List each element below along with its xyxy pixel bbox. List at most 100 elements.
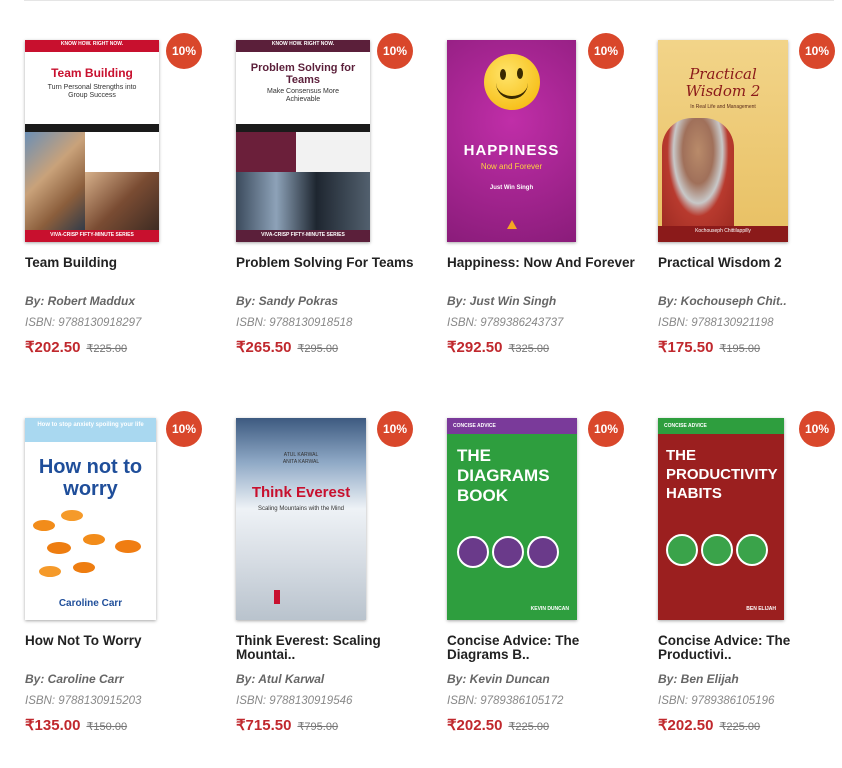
cover-heading: THE PRODUCTIVITY HABITS xyxy=(666,447,778,502)
product-title[interactable]: Think Everest: Scaling Mountai.. xyxy=(236,634,426,662)
cover-author: Just Win Singh xyxy=(489,185,534,191)
publisher-logo-icon xyxy=(507,220,517,229)
discount-badge: 10% xyxy=(799,411,835,447)
cover-heading: How not to worry xyxy=(38,456,143,500)
product-title[interactable]: Happiness: Now And Forever xyxy=(447,256,637,270)
sale-price: ₹292.50 xyxy=(447,339,503,356)
discount-badge: 10% xyxy=(588,33,624,69)
sale-price: ₹202.50 xyxy=(25,339,81,356)
cover-banner-text: KNOW HOW. RIGHT NOW. xyxy=(271,41,335,47)
discount-badge: 10% xyxy=(166,33,202,69)
original-price: ₹225.00 xyxy=(86,343,128,355)
price-row: ₹202.50 ₹225.00 xyxy=(25,338,127,357)
product-isbn: ISBN: 9789386105172 xyxy=(447,695,564,707)
bowl-icon xyxy=(666,534,698,566)
cover-heading: HAPPINESS xyxy=(463,142,560,159)
cover-subtitle: Now and Forever xyxy=(480,162,543,171)
cover-banner-text: CONCISE ADVICE xyxy=(664,423,707,429)
discount-badge: 10% xyxy=(588,411,624,447)
cover-heading: Practical Wisdom 2 xyxy=(685,65,761,100)
product-isbn: ISBN: 9788130915203 xyxy=(25,695,142,707)
author-photo xyxy=(662,118,734,228)
book-cover[interactable]: ATUL KARWAL ANITA KARWAL Think Everest S… xyxy=(236,418,366,620)
book-cover[interactable]: How to stop anxiety spoiling your life H… xyxy=(25,418,156,620)
original-price: ₹225.00 xyxy=(508,721,550,733)
cover-banner-text: KNOW HOW. RIGHT NOW. xyxy=(60,41,124,47)
cover-author: KEVIN DUNCAN xyxy=(530,606,569,612)
product-isbn: ISBN: 9788130918297 xyxy=(25,317,142,329)
cover-heading: Think Everest xyxy=(251,484,351,501)
book-cover[interactable]: KNOW HOW. RIGHT NOW. Team Building Turn … xyxy=(25,40,159,242)
product-grid: KNOW HOW. RIGHT NOW. Team Building Turn … xyxy=(0,0,842,768)
product-isbn: ISBN: 9789386105196 xyxy=(658,695,775,707)
spiral-icon xyxy=(457,536,489,568)
product-author[interactable]: By: Ben Elijah xyxy=(658,672,739,686)
product-author[interactable]: By: Atul Karwal xyxy=(236,672,324,686)
original-price: ₹295.00 xyxy=(297,343,339,355)
product-title[interactable]: Team Building xyxy=(25,256,215,270)
cover-subtitle: Make Consensus More Achievable xyxy=(267,88,339,103)
cover-series-text: VIVA-CRISP FIFTY-MINUTE SERIES xyxy=(261,232,345,238)
original-price: ₹195.00 xyxy=(719,343,761,355)
product-title[interactable]: Problem Solving For Teams xyxy=(236,256,426,270)
price-row: ₹202.50 ₹225.00 xyxy=(658,716,760,735)
original-price: ₹225.00 xyxy=(719,721,761,733)
original-price: ₹325.00 xyxy=(508,343,550,355)
product-author[interactable]: By: Robert Maddux xyxy=(25,294,135,308)
plant-icon xyxy=(701,534,733,566)
original-price: ₹795.00 xyxy=(297,721,339,733)
sale-price: ₹202.50 xyxy=(447,717,503,734)
product-title[interactable]: Concise Advice: The Productivi.. xyxy=(658,634,842,662)
price-row: ₹175.50 ₹195.00 xyxy=(658,338,760,357)
smiley-icon xyxy=(484,54,540,110)
book-cover[interactable]: Practical Wisdom 2 In Real Life and Mana… xyxy=(658,40,788,242)
cover-banner-text: ATUL KARWAL ANITA KARWAL xyxy=(282,452,320,465)
product-author[interactable]: By: Kevin Duncan xyxy=(447,672,550,686)
price-row: ₹135.00 ₹150.00 xyxy=(25,716,127,735)
product-title[interactable]: Practical Wisdom 2 xyxy=(658,256,842,270)
cover-author: Caroline Carr xyxy=(58,598,123,609)
cover-subtitle: Scaling Mountains with the Mind xyxy=(257,506,345,512)
cover-heading: Team Building xyxy=(51,66,133,80)
cover-subtitle: Turn Personal Strengths into Group Succe… xyxy=(47,84,137,99)
sale-price: ₹202.50 xyxy=(658,717,714,734)
original-price: ₹150.00 xyxy=(86,721,128,733)
product-author[interactable]: By: Just Win Singh xyxy=(447,294,556,308)
cover-heading: THE DIAGRAMS BOOK xyxy=(457,446,550,505)
book-cover[interactable]: HAPPINESS Now and Forever Just Win Singh xyxy=(447,40,576,242)
discount-badge: 10% xyxy=(166,411,202,447)
product-author[interactable]: By: Caroline Carr xyxy=(25,672,124,686)
product-title[interactable]: How Not To Worry xyxy=(25,634,215,648)
cover-subtitle: In Real Life and Management xyxy=(690,104,756,110)
sale-price: ₹135.00 xyxy=(25,717,81,734)
price-row: ₹715.50 ₹795.00 xyxy=(236,716,338,735)
climber-figure xyxy=(274,590,280,604)
bar-chart-icon xyxy=(527,536,559,568)
product-author[interactable]: By: Kochouseph Chit.. xyxy=(658,294,787,308)
product-isbn: ISBN: 9788130918518 xyxy=(236,317,353,329)
cover-author: Kochouseph Chittilappilly xyxy=(695,228,751,234)
price-row: ₹202.50 ₹225.00 xyxy=(447,716,549,735)
product-isbn: ISBN: 9788130921198 xyxy=(658,317,774,329)
dots-grid-icon xyxy=(492,536,524,568)
product-title[interactable]: Concise Advice: The Diagrams B.. xyxy=(447,634,637,662)
discount-badge: 10% xyxy=(377,33,413,69)
price-row: ₹265.50 ₹295.00 xyxy=(236,338,338,357)
sale-price: ₹715.50 xyxy=(236,717,292,734)
key-icon xyxy=(736,534,768,566)
cover-banner-text: How to stop anxiety spoiling your life xyxy=(37,422,144,428)
cover-banner-text: CONCISE ADVICE xyxy=(453,423,496,429)
book-cover[interactable]: CONCISE ADVICE THE PRODUCTIVITY HABITS B… xyxy=(658,418,784,620)
cover-heading: Problem Solving for Teams xyxy=(250,62,356,86)
product-isbn: ISBN: 9789386243737 xyxy=(447,317,564,329)
product-author[interactable]: By: Sandy Pokras xyxy=(236,294,338,308)
price-row: ₹292.50 ₹325.00 xyxy=(447,338,549,357)
book-cover[interactable]: KNOW HOW. RIGHT NOW. Problem Solving for… xyxy=(236,40,370,242)
cover-author: BEN ELIJAH xyxy=(746,606,776,612)
cover-series-text: VIVA-CRISP FIFTY-MINUTE SERIES xyxy=(50,232,134,238)
discount-badge: 10% xyxy=(799,33,835,69)
discount-badge: 10% xyxy=(377,411,413,447)
goldfish-illustration xyxy=(33,510,143,590)
sale-price: ₹265.50 xyxy=(236,339,292,356)
book-cover[interactable]: CONCISE ADVICE THE DIAGRAMS BOOK KEVIN D… xyxy=(447,418,577,620)
